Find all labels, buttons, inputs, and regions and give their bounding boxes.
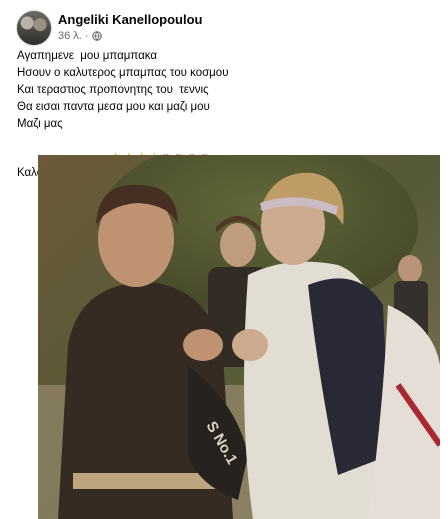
post-meta: 36 λ. · bbox=[58, 30, 102, 42]
meta-separator: · bbox=[84, 30, 89, 42]
author-avatar[interactable] bbox=[16, 10, 52, 46]
facebook-post: Angeliki Kanellopoulou 36 λ. · Αγαπημενε… bbox=[0, 0, 448, 519]
post-line: Αγαπημενε μου μπαμπακα bbox=[17, 50, 158, 62]
vintage-photo: S No.1 bbox=[38, 155, 440, 519]
post-line: Μαζι μας bbox=[17, 118, 63, 130]
post-header: Angeliki Kanellopoulou 36 λ. · bbox=[16, 10, 436, 46]
post-line: Και τεραστιος προπονητης του τεννις bbox=[17, 84, 209, 96]
globe-icon bbox=[91, 31, 102, 41]
post-photo[interactable]: S No.1 bbox=[38, 155, 440, 519]
post-line: Ησουν ο καλυτερος μπαμπας του κοσμου bbox=[17, 67, 229, 79]
post-text: Αγαπημενε μου μπαμπακα Ησουν ο καλυτερος… bbox=[17, 48, 437, 179]
post-timestamp[interactable]: 36 λ. bbox=[58, 30, 82, 42]
post-line: Θα εισαι παντα μεσα μου και μαζι μου bbox=[17, 101, 210, 113]
post-line-last: Καλο ταξιδι!!! ★★★★♥♥♥♥ bbox=[17, 133, 437, 179]
author-name[interactable]: Angeliki Kanellopoulou bbox=[58, 12, 202, 27]
sepia-overlay bbox=[38, 155, 440, 519]
